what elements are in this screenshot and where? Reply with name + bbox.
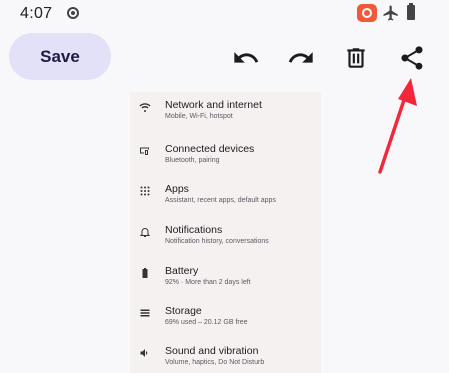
status-time: 4:07 bbox=[20, 5, 53, 22]
apps-grid-icon bbox=[140, 186, 150, 196]
item-subtitle: Bluetooth, pairing bbox=[165, 157, 220, 164]
list-item: Storage 69% used – 20.12 GB free bbox=[130, 298, 321, 338]
list-item: Notifications Notification history, conv… bbox=[130, 217, 321, 257]
screenshot-preview: Network and internet Mobile, Wi-Fi, hots… bbox=[130, 92, 321, 373]
list-item: Apps Assistant, recent apps, default app… bbox=[130, 176, 321, 216]
airplane-mode-icon bbox=[383, 5, 398, 21]
redo-button[interactable] bbox=[283, 40, 319, 76]
item-subtitle: Mobile, Wi-Fi, hotspot bbox=[165, 113, 233, 120]
wifi-icon bbox=[139, 103, 151, 112]
item-subtitle: Notification history, conversations bbox=[165, 238, 269, 245]
redo-icon bbox=[288, 52, 313, 63]
list-item: Connected devices Bluetooth, pairing bbox=[130, 136, 321, 176]
item-title: Apps bbox=[165, 183, 189, 195]
storage-icon bbox=[140, 309, 150, 317]
battery-icon bbox=[142, 268, 148, 278]
screen-record-icon bbox=[357, 4, 377, 22]
undo-button[interactable] bbox=[228, 40, 264, 76]
item-title: Notifications bbox=[165, 224, 223, 236]
item-title: Connected devices bbox=[165, 143, 255, 155]
item-title: Network and internet bbox=[165, 99, 262, 111]
item-subtitle: 92% · More than 2 days left bbox=[165, 279, 251, 286]
item-title: Sound and vibration bbox=[165, 345, 259, 357]
bell-icon bbox=[139, 228, 151, 237]
delete-icon bbox=[347, 48, 365, 68]
list-item: Battery 92% · More than 2 days left bbox=[130, 258, 321, 298]
share-icon bbox=[401, 46, 423, 70]
delete-button[interactable] bbox=[338, 40, 374, 76]
speaker-icon bbox=[140, 349, 148, 357]
list-item: Network and internet Mobile, Wi-Fi, hots… bbox=[130, 92, 321, 132]
item-subtitle: Assistant, recent apps, default apps bbox=[165, 197, 276, 204]
battery-icon bbox=[407, 3, 415, 20]
save-button[interactable]: Save bbox=[9, 33, 111, 80]
connected-devices-icon bbox=[140, 147, 149, 155]
item-title: Storage bbox=[165, 305, 202, 317]
item-subtitle: 69% used – 20.12 GB free bbox=[165, 319, 248, 326]
list-item: Sound and vibration Volume, haptics, Do … bbox=[130, 338, 321, 373]
undo-icon bbox=[234, 52, 259, 63]
settings-dot-icon bbox=[67, 7, 79, 19]
status-bar: 4:07 bbox=[0, 0, 449, 30]
item-title: Battery bbox=[165, 265, 199, 277]
item-subtitle: Volume, haptics, Do Not Disturb bbox=[165, 359, 265, 366]
red-arrow-icon bbox=[378, 78, 417, 174]
